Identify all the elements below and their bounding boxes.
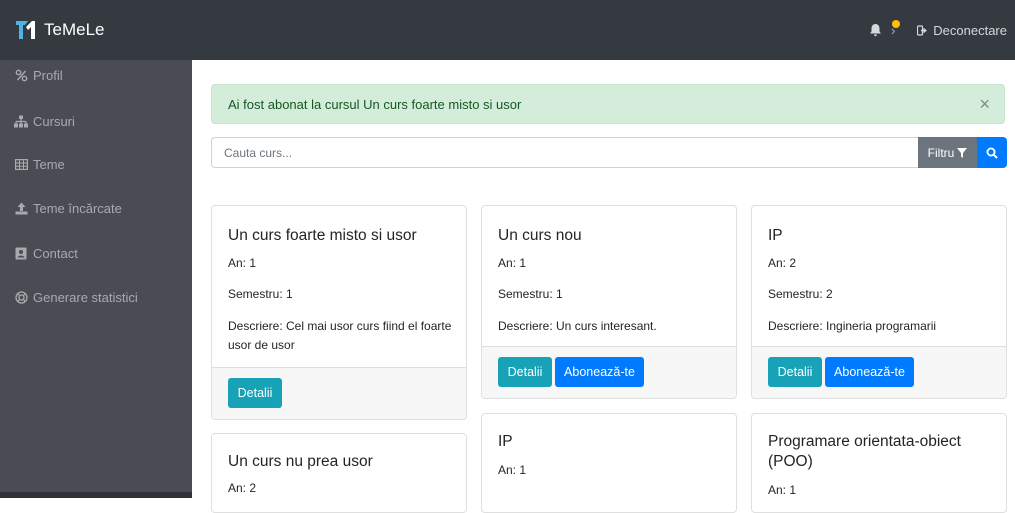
card-footer: Detalii Abonează-te [482, 346, 736, 398]
success-alert: Ai fost abonat la cursul Un curs foarte … [211, 84, 1005, 124]
course-semester: Semestru: 1 [228, 287, 293, 301]
card-footer: Detalii [212, 367, 466, 419]
details-button[interactable]: Detalii [768, 357, 822, 387]
sidebar-item-contact[interactable]: Contact [14, 246, 78, 261]
course-year: An: 1 [768, 483, 797, 497]
course-card: Un curs foarte misto si usor An: 1 Semes… [211, 205, 467, 420]
alert-message: Ai fost abonat la cursul Un curs foarte … [228, 96, 522, 112]
subscribe-button[interactable]: Abonează-te [555, 357, 644, 387]
details-button[interactable]: Detalii [498, 357, 552, 387]
brand[interactable]: TeMeLe [0, 0, 104, 60]
course-title: Un curs nu prea usor [228, 453, 373, 470]
sidebar-item-teme-incarcate[interactable]: Teme încărcate [14, 201, 122, 216]
filter-icon [957, 147, 968, 158]
course-year: An: 1 [498, 463, 527, 477]
filter-label: Filtru [927, 145, 955, 160]
course-description: Descriere: Un curs interesant. [498, 319, 657, 333]
card-footer: Detalii Abonează-te [752, 346, 1006, 398]
course-card: IP An: 2 Semestru: 2 Descriere: Ingineri… [751, 205, 1007, 399]
course-year: An: 2 [228, 481, 257, 495]
top-navbar: TeMeLe › Deconectare [0, 0, 1015, 60]
search-bar: Filtru [211, 137, 1007, 168]
sidebar-item-teme[interactable]: Teme [14, 157, 65, 172]
sidebar-footer-strip [0, 492, 192, 498]
app-logo-icon [14, 17, 40, 43]
sidebar-item-label: Teme încărcate [33, 201, 122, 216]
search-icon [986, 147, 998, 159]
address-book-icon [14, 247, 28, 261]
close-icon[interactable]: × [979, 94, 990, 114]
course-semester: Semestru: 2 [768, 287, 833, 301]
course-year: An: 2 [768, 256, 797, 270]
course-card: Un curs nou An: 1 Semestru: 1 Descriere:… [481, 205, 737, 399]
sidebar-item-label: Profil [33, 68, 63, 83]
notification-badge-dot [892, 19, 901, 28]
sidebar-item-label: Contact [33, 246, 78, 261]
upload-icon [14, 202, 28, 216]
table-icon [14, 158, 28, 172]
navbar-right: › Deconectare [869, 0, 1015, 60]
sidebar-item-cursuri[interactable]: Cursuri [14, 114, 75, 129]
course-title: Un curs nou [498, 227, 582, 244]
course-card: Programare orientata-obiect (POO) An: 1 [751, 413, 1007, 513]
app-title: TeMeLe [44, 20, 105, 39]
sitemap-icon [14, 115, 28, 129]
search-input[interactable] [211, 137, 918, 168]
filter-button[interactable]: Filtru [918, 137, 977, 168]
logout-button[interactable]: Deconectare [917, 23, 1007, 38]
search-button[interactable] [977, 137, 1007, 168]
sidebar-item-generare-statistici[interactable]: Generare statistici [14, 290, 138, 305]
sidebar: Profil Cursuri Teme Teme încărcate Conta… [0, 60, 192, 498]
course-title: Programare orientata-obiect (POO) [768, 433, 961, 470]
course-description: Descriere: Ingineria programarii [768, 319, 937, 333]
subscribe-button[interactable]: Abonează-te [825, 357, 914, 387]
sidebar-item-profil[interactable]: Profil [14, 68, 63, 83]
notifications-button[interactable]: › [869, 19, 901, 38]
course-card: IP An: 1 [481, 413, 737, 513]
logout-label: Deconectare [933, 22, 1007, 38]
sidebar-item-label: Generare statistici [33, 290, 138, 305]
life-ring-icon [14, 291, 28, 305]
sidebar-item-label: Teme [33, 157, 65, 172]
course-description: Descriere: Cel mai usor curs fiind el fo… [228, 319, 452, 352]
profile-icon [14, 69, 28, 83]
course-card: Un curs nu prea usor An: 2 [211, 433, 467, 513]
bell-icon [869, 24, 881, 37]
course-semester: Semestru: 1 [498, 287, 563, 301]
sign-out-icon [917, 24, 928, 36]
course-year: An: 1 [498, 256, 527, 270]
course-year: An: 1 [228, 256, 257, 270]
sidebar-item-label: Cursuri [33, 114, 75, 129]
course-title: IP [498, 433, 513, 450]
course-title: Un curs foarte misto si usor [228, 227, 417, 244]
details-button[interactable]: Detalii [228, 378, 282, 408]
course-title: IP [768, 227, 783, 244]
